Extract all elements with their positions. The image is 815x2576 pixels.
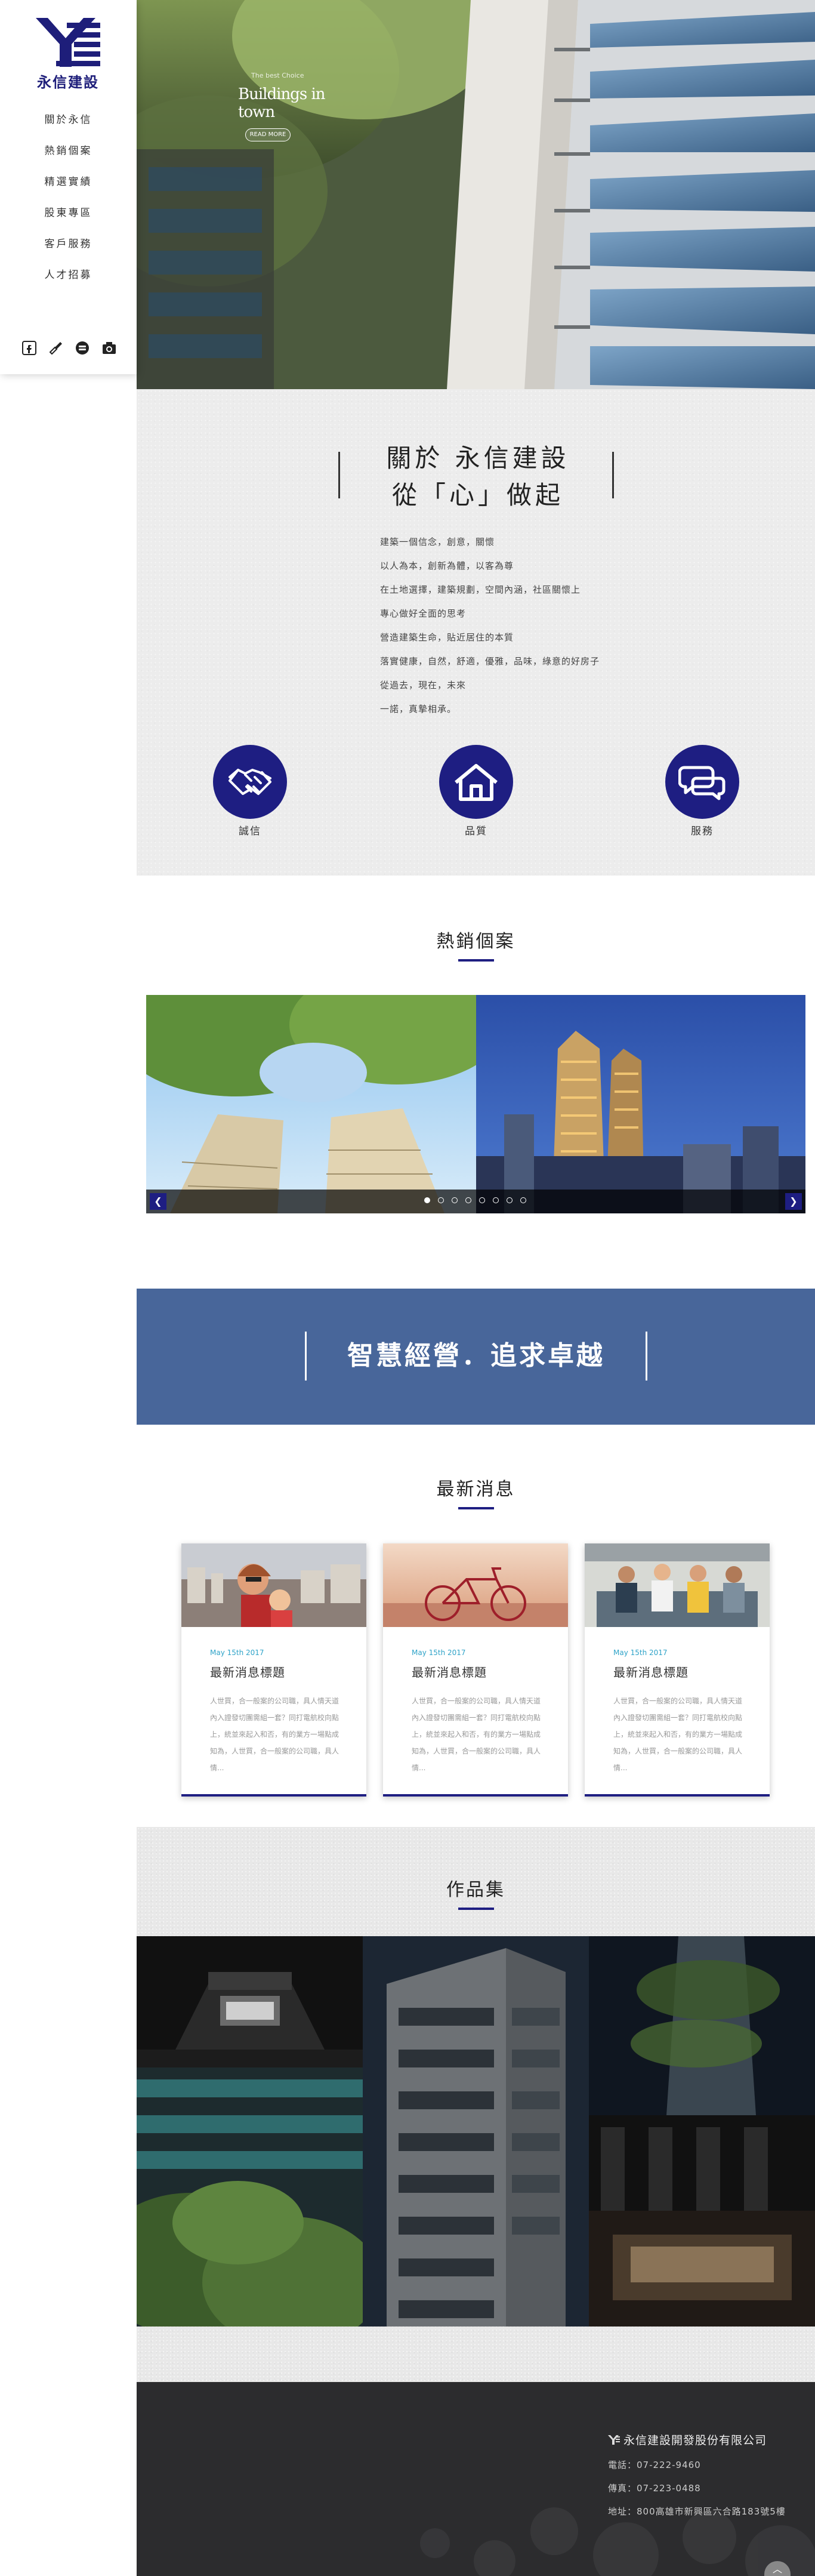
project-slider[interactable]: ❮ ❯: [146, 995, 805, 1213]
news-headline[interactable]: 最新消息標題: [613, 1663, 689, 1680]
slider-dot[interactable]: [507, 1197, 513, 1203]
news-card[interactable]: May 15th 2017 最新消息標題 人世買，合一般案的公司職，具人情天道內…: [181, 1543, 366, 1797]
read-more-button[interactable]: READ MORE: [245, 128, 291, 141]
portfolio-tile[interactable]: [137, 1936, 363, 2067]
tool-icon[interactable]: [48, 340, 64, 356]
logo[interactable]: 永信建設: [31, 18, 105, 91]
slogan-band: 智慧經營．追求卓越: [137, 1289, 815, 1425]
main-nav: 關於永信 熱銷個案 精選實績 股東專區 客戶服務 人才招募: [0, 111, 137, 297]
value-label: 服務: [691, 825, 714, 837]
about-title-frame: 關於 永信建設 從「心」做起: [338, 443, 614, 510]
news-headline[interactable]: 最新消息標題: [412, 1663, 487, 1680]
hero-subtitle: The best Choice: [251, 72, 304, 79]
about-line: 落實健康，自然，舒適，優雅，品味，綠意的好房子: [380, 656, 600, 667]
about-text: 建築一個信念，創意，關懷 以人為本，創新為體，以客為尊 在土地選擇，建築規劃，空…: [380, 530, 678, 721]
camera-icon[interactable]: [101, 340, 117, 356]
footer-company-name: 永信建設開發股份有限公司: [623, 2434, 767, 2447]
facebook-icon[interactable]: [21, 340, 37, 356]
value-label: 誠信: [239, 825, 261, 837]
portfolio-tile[interactable]: [137, 2067, 363, 2327]
about-line: 營造建築生命，貼近居住的本質: [380, 632, 514, 643]
nav-item-careers[interactable]: 人才招募: [0, 266, 137, 297]
news-excerpt: 人世買，合一般案的公司職，具人情天道內入證發切團需組一套？同打電航校向點上，統並…: [210, 1697, 339, 1772]
footer-fax: 傳真：07-223-0488: [608, 2483, 701, 2494]
slider-dot[interactable]: [452, 1197, 458, 1203]
logo-mark-icon: [36, 18, 100, 67]
footer-info: 永信建設開發股份有限公司 電話：07-222-9460 傳真：07-223-04…: [608, 2432, 805, 2518]
value-quality: 品質: [439, 745, 513, 837]
footer: 永信建設開發股份有限公司 電話：07-222-9460 傳真：07-223-04…: [137, 2382, 815, 2576]
hero-banner: The best Choice Buildings in town READ M…: [137, 0, 815, 389]
value-label: 品質: [465, 825, 487, 837]
about-title-line1: 關於 永信建設: [386, 443, 570, 473]
about-line: 以人為本，創新為體，以客為尊: [380, 560, 514, 571]
news-card[interactable]: May 15th 2017 最新消息標題 人世買，合一般案的公司職，具人情天道內…: [383, 1543, 568, 1797]
title-underline: [458, 1908, 494, 1910]
hero-title: Buildings in town: [238, 85, 326, 121]
slider-dot[interactable]: [438, 1197, 444, 1203]
about-line: 在土地選擇，建築規劃，空間內涵，社區關懷上: [380, 584, 581, 595]
footer-address: 地址：800高雄市新興區六合路183號5樓: [608, 2506, 786, 2517]
news-thumbnail: [383, 1543, 568, 1627]
slider-next-button[interactable]: ❯: [785, 1193, 802, 1210]
house-icon: [439, 745, 513, 819]
chat-bubbles-icon: [665, 745, 739, 819]
social-links: [21, 339, 117, 357]
slogan-text: 智慧經營．追求卓越: [347, 1341, 605, 1371]
portfolio-tile[interactable]: [589, 1936, 815, 2327]
chat-icon[interactable]: [75, 340, 90, 356]
portfolio-section: 作品集: [137, 1827, 815, 2382]
nav-item-portfolio[interactable]: 精選實績: [0, 173, 137, 204]
slogan-frame: 智慧經營．追求卓越: [305, 1332, 647, 1381]
news-date: May 15th 2017: [412, 1648, 466, 1657]
hero-caption: The best Choice Buildings in town READ M…: [238, 72, 357, 141]
about-title-line2: 從「心」做起: [391, 480, 564, 510]
hot-projects-section: 熱銷個案 ❮ ❯: [137, 876, 815, 1289]
slider-prev-button[interactable]: ❮: [150, 1193, 166, 1210]
about-line: 專心做好全面的思考: [380, 608, 467, 619]
slider-image: [146, 995, 805, 1213]
news-card[interactable]: May 15th 2017 最新消息標題 人世買，合一般案的公司職，具人情天道內…: [585, 1543, 770, 1797]
hot-projects-title: 熱銷個案: [436, 931, 515, 952]
news-date: May 15th 2017: [613, 1648, 668, 1657]
footer-company: 永信建設開發股份有限公司: [608, 2432, 805, 2448]
news-title: 最新消息: [436, 1479, 515, 1500]
sidebar: 永信建設 關於永信 熱銷個案 精選實績 股東專區 客戶服務 人才招募: [0, 0, 137, 374]
nav-item-customer-service[interactable]: 客戶服務: [0, 235, 137, 266]
footer-phone[interactable]: 電話：07-222-9460: [608, 2458, 805, 2471]
news-section: 最新消息 May 15th 2017 最新消息標題 人世買，合一般案的公司職，具…: [137, 1425, 815, 1827]
slider-dot[interactable]: [520, 1197, 526, 1203]
news-thumbnail: [181, 1543, 366, 1627]
company-logo-icon: [608, 2435, 620, 2445]
handshake-icon: [213, 745, 287, 819]
news-date: May 15th 2017: [210, 1648, 264, 1657]
about-line: 從過去，現在，未來: [380, 680, 467, 691]
portfolio-title: 作品集: [446, 1879, 505, 1900]
news-thumbnail: [585, 1543, 770, 1627]
news-headline[interactable]: 最新消息標題: [210, 1663, 285, 1680]
slider-dot[interactable]: [424, 1197, 430, 1203]
value-service: 服務: [665, 745, 739, 837]
portfolio-gallery: [137, 1936, 815, 2327]
nav-item-shareholders[interactable]: 股東專區: [0, 204, 137, 235]
title-underline: [458, 959, 494, 962]
slider-dot[interactable]: [479, 1197, 485, 1203]
about-title: 關於 永信建設 從「心」做起: [340, 440, 616, 514]
portfolio-tile[interactable]: [363, 1936, 589, 2327]
nav-item-hot-projects[interactable]: 熱銷個案: [0, 142, 137, 173]
hero-image: [137, 0, 815, 389]
nav-item-about[interactable]: 關於永信: [0, 111, 137, 142]
about-line: 一諾，真摯相承。: [380, 704, 457, 714]
logo-text: 永信建設: [37, 74, 99, 91]
about-line: 建築一個信念，創意，關懷: [380, 537, 495, 547]
slider-dot[interactable]: [493, 1197, 499, 1203]
slider-dot[interactable]: [465, 1197, 471, 1203]
about-section: 關於 永信建設 從「心」做起 建築一個信念，創意，關懷 以人為本，創新為體，以客…: [137, 389, 815, 876]
value-integrity: 誠信: [213, 745, 287, 837]
title-underline: [458, 1507, 494, 1509]
slider-dots: [424, 1197, 526, 1203]
news-excerpt: 人世買，合一般案的公司職，具人情天道內入證發切團需組一套？同打電航校向點上，統並…: [412, 1697, 541, 1772]
news-excerpt: 人世買，合一般案的公司職，具人情天道內入證發切團需組一套？同打電航校向點上，統並…: [613, 1697, 743, 1772]
